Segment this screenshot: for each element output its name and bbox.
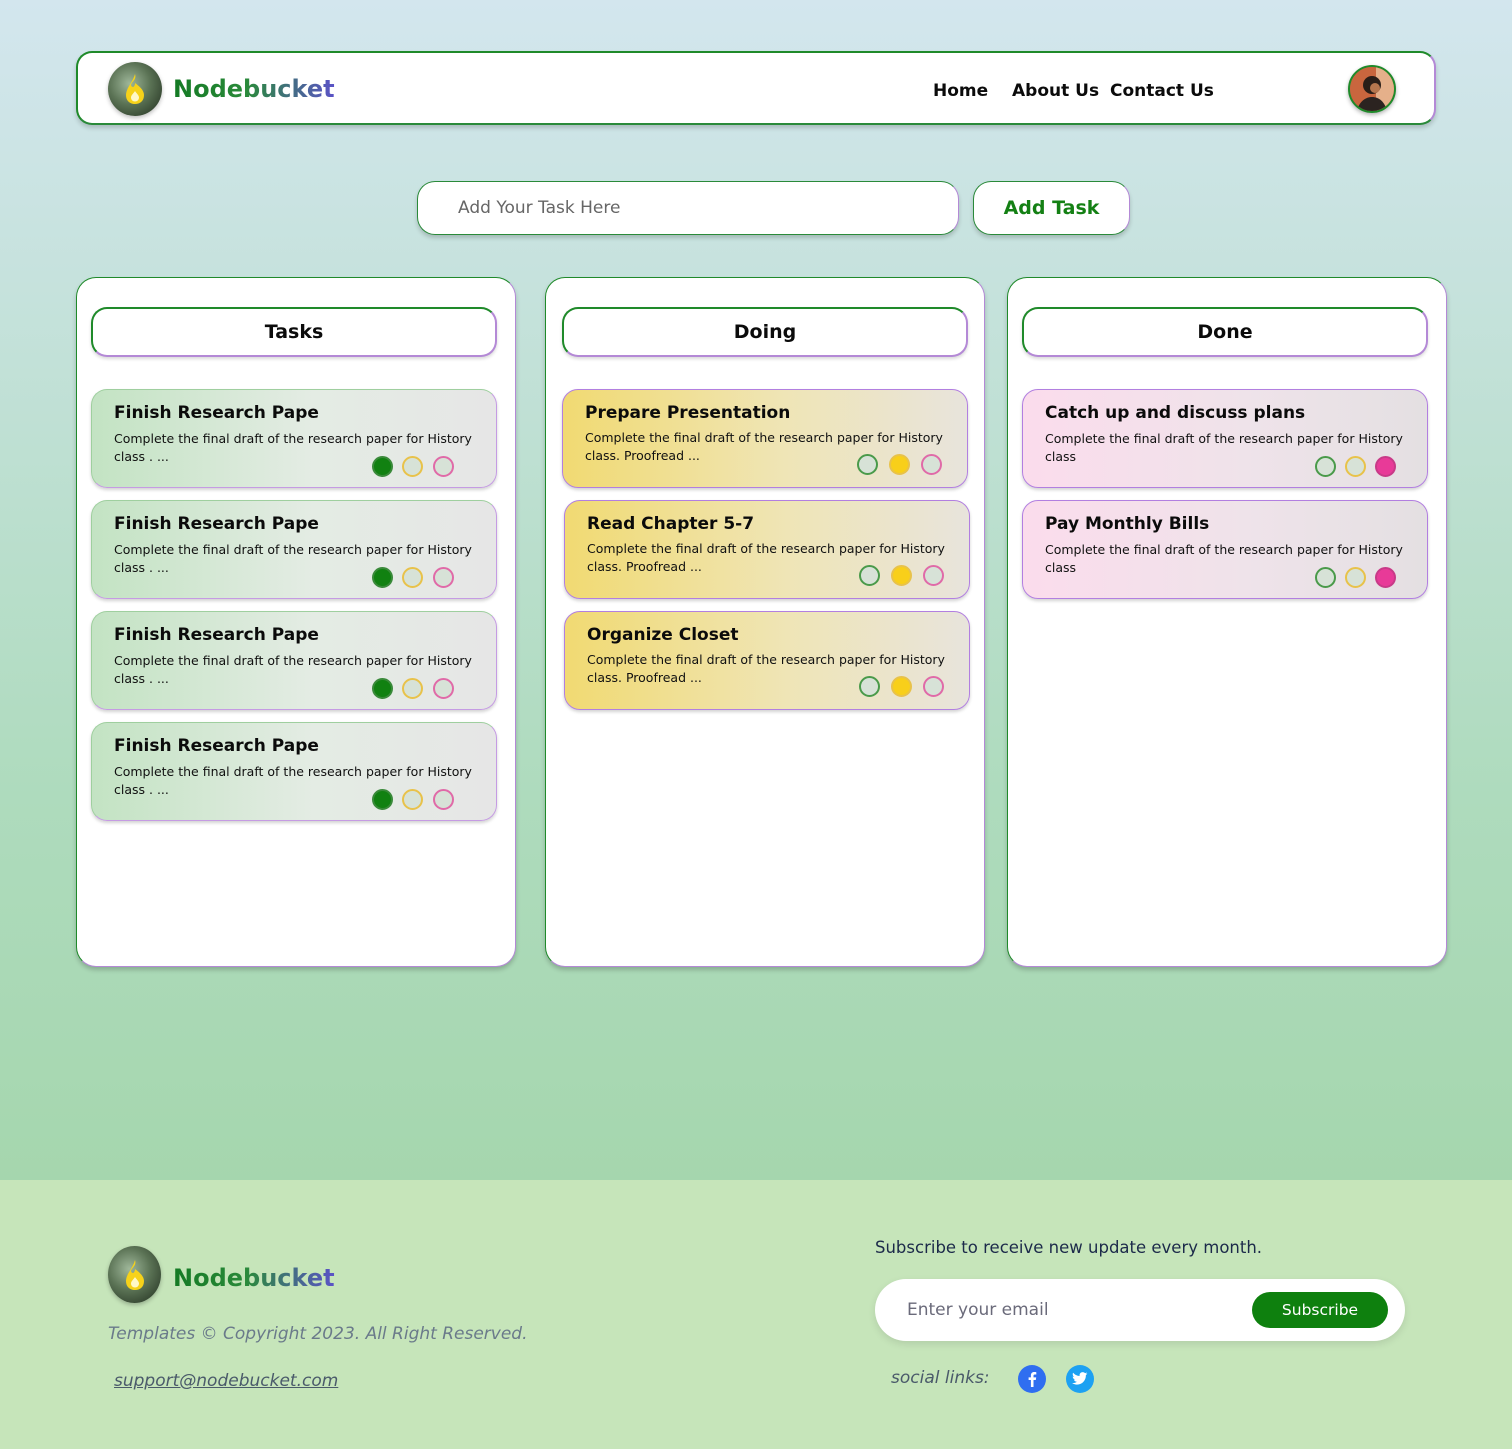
task-title: Finish Research Pape xyxy=(114,625,319,645)
subscribe-text: Subscribe to receive new update every mo… xyxy=(875,1238,1263,1257)
top-navbar: Nodebucket Home About Us Contact Us xyxy=(76,51,1436,125)
task-description: Complete the final draft of the research… xyxy=(114,764,472,797)
column-title-done: Done xyxy=(1022,307,1428,357)
status-doing-radio[interactable] xyxy=(1345,456,1366,477)
column-tasks: Tasks Finish Research Pape Complete the … xyxy=(76,277,516,967)
flame-icon xyxy=(108,1246,161,1303)
task-card[interactable]: Catch up and discuss plans Complete the … xyxy=(1022,389,1428,488)
task-card[interactable]: Read Chapter 5-7 Complete the final draf… xyxy=(564,500,970,599)
support-email-link[interactable]: support@nodebucket.com xyxy=(114,1371,338,1391)
task-card[interactable]: Pay Monthly Bills Complete the final dra… xyxy=(1022,500,1428,599)
status-todo-radio[interactable] xyxy=(857,454,878,475)
subscribe-form: Subscribe xyxy=(875,1279,1405,1341)
task-title: Finish Research Pape xyxy=(114,514,319,534)
task-title: Prepare Presentation xyxy=(585,403,791,423)
status-done-radio[interactable] xyxy=(923,676,944,697)
status-todo-radio[interactable] xyxy=(372,678,393,699)
status-todo-radio[interactable] xyxy=(372,456,393,477)
task-input-wrapper xyxy=(417,181,959,235)
task-card[interactable]: Finish Research Pape Complete the final … xyxy=(91,722,497,821)
status-todo-radio[interactable] xyxy=(859,565,880,586)
task-title: Finish Research Pape xyxy=(114,403,319,423)
status-todo-radio[interactable] xyxy=(372,567,393,588)
status-doing-radio[interactable] xyxy=(889,454,910,475)
social-links-label: social links: xyxy=(891,1368,990,1388)
nav-about-us[interactable]: About Us xyxy=(1012,81,1099,101)
status-done-radio[interactable] xyxy=(433,567,454,588)
status-doing-radio[interactable] xyxy=(402,456,423,477)
status-todo-radio[interactable] xyxy=(1315,456,1336,477)
nav-contact-us[interactable]: Contact Us xyxy=(1110,81,1214,101)
status-doing-radio[interactable] xyxy=(1345,567,1366,588)
status-done-radio[interactable] xyxy=(921,454,942,475)
status-todo-radio[interactable] xyxy=(1315,567,1336,588)
task-title: Organize Closet xyxy=(587,625,739,645)
task-title: Catch up and discuss plans xyxy=(1045,403,1306,423)
footer: Nodebucket Templates © Copyright 2023. A… xyxy=(0,1180,1512,1449)
task-input[interactable] xyxy=(418,182,958,234)
add-task-button[interactable]: Add Task xyxy=(973,181,1130,235)
status-todo-radio[interactable] xyxy=(859,676,880,697)
status-done-radio[interactable] xyxy=(433,789,454,810)
copyright-text: Templates © Copyright 2023. All Right Re… xyxy=(108,1324,528,1344)
footer-brand-name: Nodebucket xyxy=(173,1264,335,1292)
subscribe-button[interactable]: Subscribe xyxy=(1252,1292,1388,1328)
twitter-icon[interactable] xyxy=(1066,1365,1094,1393)
task-description: Complete the final draft of the research… xyxy=(114,653,472,686)
task-card[interactable]: Finish Research Pape Complete the final … xyxy=(91,389,497,488)
task-title: Read Chapter 5-7 xyxy=(587,514,755,534)
status-done-radio[interactable] xyxy=(433,678,454,699)
task-title: Pay Monthly Bills xyxy=(1045,514,1210,534)
task-title: Finish Research Pape xyxy=(114,736,319,756)
task-card[interactable]: Finish Research Pape Complete the final … xyxy=(91,500,497,599)
user-avatar[interactable] xyxy=(1348,65,1396,113)
status-done-radio[interactable] xyxy=(1375,567,1396,588)
status-todo-radio[interactable] xyxy=(372,789,393,810)
email-field[interactable] xyxy=(875,1279,1235,1341)
column-done: Done Catch up and discuss plans Complete… xyxy=(1007,277,1447,967)
column-doing: Doing Prepare Presentation Complete the … xyxy=(545,277,985,967)
status-doing-radio[interactable] xyxy=(402,789,423,810)
brand-name[interactable]: Nodebucket xyxy=(173,75,335,103)
status-doing-radio[interactable] xyxy=(891,565,912,586)
task-description: Complete the final draft of the research… xyxy=(114,431,472,464)
status-done-radio[interactable] xyxy=(923,565,944,586)
status-doing-radio[interactable] xyxy=(891,676,912,697)
column-title-tasks: Tasks xyxy=(91,307,497,357)
nav-home[interactable]: Home xyxy=(933,81,988,101)
status-done-radio[interactable] xyxy=(433,456,454,477)
task-description: Complete the final draft of the research… xyxy=(114,542,472,575)
column-title-doing: Doing xyxy=(562,307,968,357)
status-doing-radio[interactable] xyxy=(402,567,423,588)
status-doing-radio[interactable] xyxy=(402,678,423,699)
status-done-radio[interactable] xyxy=(1375,456,1396,477)
task-card[interactable]: Finish Research Pape Complete the final … xyxy=(91,611,497,710)
task-card[interactable]: Organize Closet Complete the final draft… xyxy=(564,611,970,710)
facebook-icon[interactable] xyxy=(1018,1365,1046,1393)
flame-icon[interactable] xyxy=(108,62,162,116)
task-card[interactable]: Prepare Presentation Complete the final … xyxy=(562,389,968,488)
